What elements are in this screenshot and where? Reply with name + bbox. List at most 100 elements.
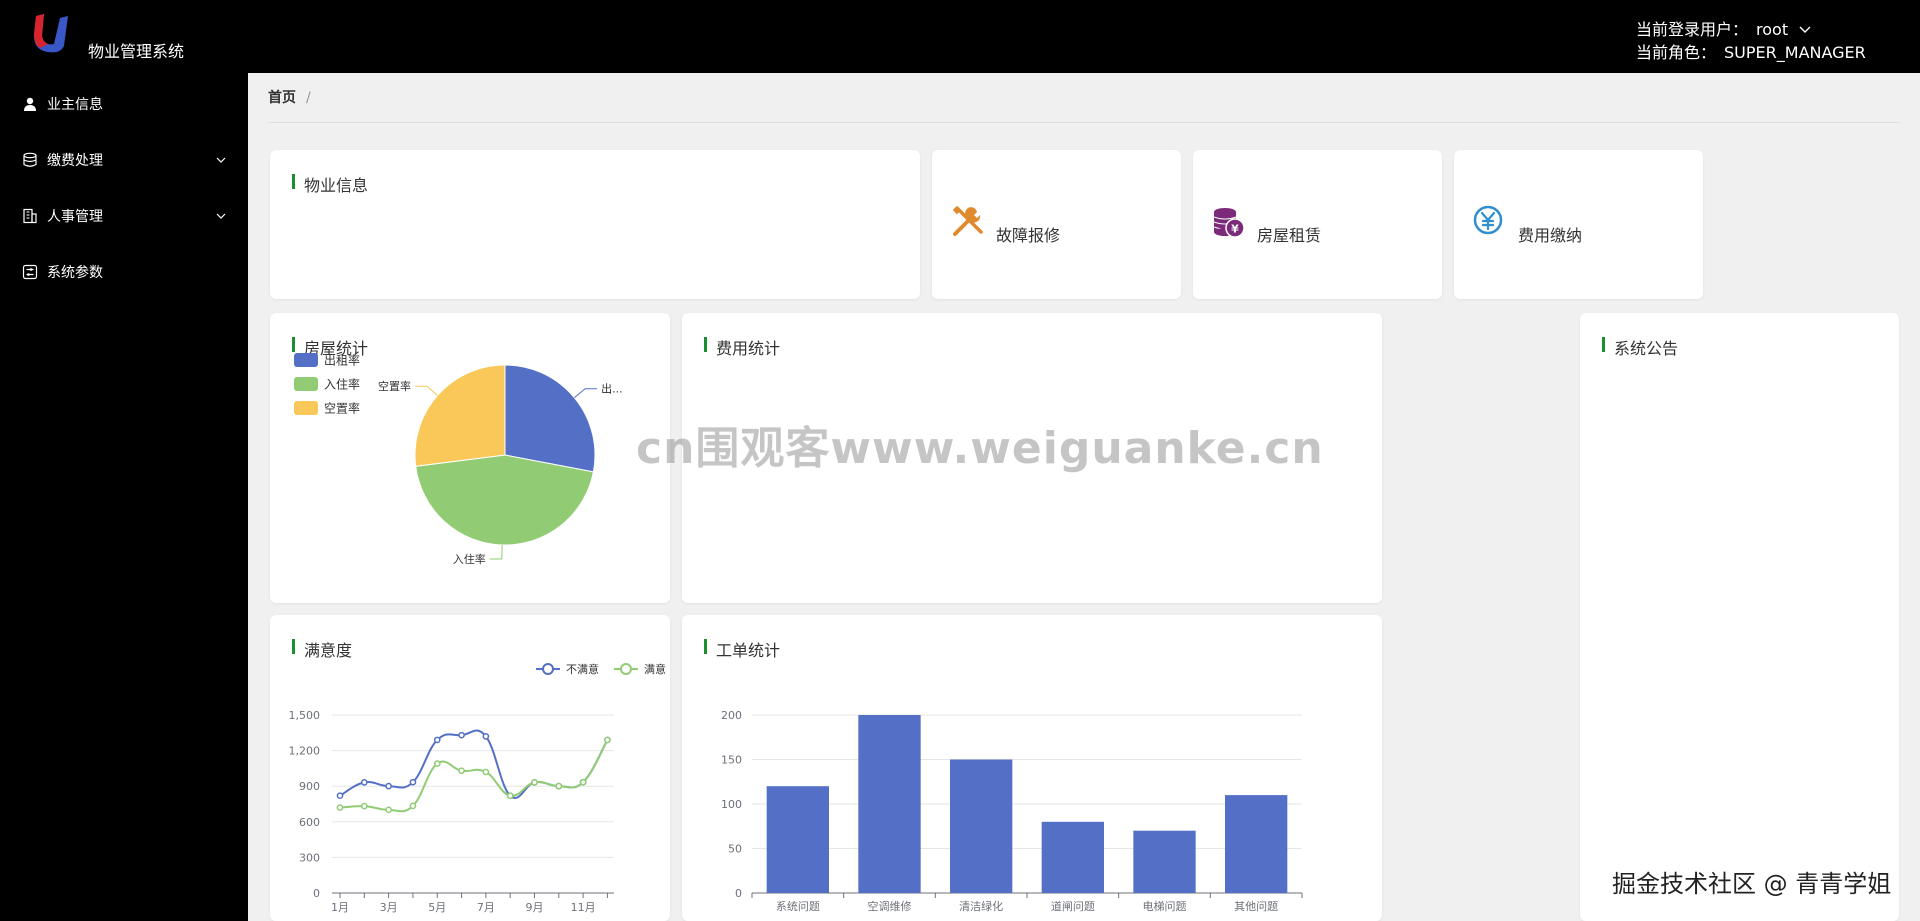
legend-marker [620,663,632,675]
legend-swatch [294,377,318,391]
quick-link-label: 费用缴纳 [1518,226,1583,245]
card-title: 系统公告 [1602,335,1678,359]
data-point [433,760,441,768]
current-role-name: SUPER_MANAGER [1724,43,1866,62]
x-tick-label: 11月 [571,901,596,914]
announcements-card: 系统公告 [1580,313,1899,921]
data-point [458,767,465,775]
y-tick-label: 100 [721,798,742,811]
x-tick-label: 9月 [525,901,543,914]
current-role: 当前角色： SUPER_MANAGER [1636,41,1866,64]
quick-link-payment[interactable]: 费用缴纳 [1454,150,1703,299]
pie-slice [415,454,594,546]
x-tick-label: 1月 [331,901,349,914]
user-icon [24,97,36,111]
current-user-name: root [1756,20,1789,39]
pie-slice [414,364,506,467]
sidebar: 业主信息 缴费处理 人事管理 系统参数 [0,73,248,921]
breadcrumb-separator: / [306,90,311,106]
chevron-down-icon [216,213,226,219]
work-orders-bar-chart: 0 50 100 150 200 系统问题 空调维修 清洁绿化 道闸问题 电梯问题 其他问题 [721,709,1303,913]
x-tick-label: 其他问题 [1234,900,1278,913]
bar [1225,795,1288,893]
sidebar-item-label: 业主信息 [47,97,103,113]
pie-label-line [489,544,503,560]
breadcrumb: 首页 / [268,87,311,107]
yuan-icon [1473,205,1503,235]
current-role-label: 当前角色： [1636,43,1717,62]
data-point [385,806,392,814]
app-title: 物业管理系统 [88,42,185,61]
current-user-label: 当前登录用户： [1636,20,1749,39]
pie-label: 空置率 [378,379,411,393]
housing-stats-card: 房屋统计 出租率 入住率 空置率 出... 入住率 空置率 [270,313,670,603]
bar [950,759,1013,893]
repair-tools-icon [952,205,983,236]
coins-icon: ¥ [1213,208,1245,238]
legend-label: 不满意 [566,662,599,676]
bar [1041,821,1104,893]
y-tick-label: 1,500 [289,709,321,722]
sidebar-item-owner-info[interactable]: 业主信息 [0,76,248,132]
data-point [482,733,490,740]
legend-label: 空置率 [324,401,360,416]
quick-link-label: 房屋租赁 [1257,226,1322,245]
chevron-down-icon[interactable] [1798,23,1812,37]
app-logo [34,14,68,53]
quick-link-repair[interactable]: 故障报修 [932,150,1181,299]
data-point [409,802,417,810]
breadcrumb-home[interactable]: 首页 [268,90,296,106]
chevron-down-icon [216,157,226,163]
y-tick-label: 200 [721,709,742,722]
settings-panel-icon [22,264,38,280]
x-tick-label: 清洁绿化 [959,899,1003,913]
x-tick-label: 5月 [428,901,446,914]
satisfaction-card: 满意度 不满意 满意 0 300 600 900 1,200 1,500 1月 3月 5月 7月 9月 1… [270,615,670,921]
data-point [409,778,417,786]
sidebar-item-payment[interactable]: 缴费处理 [0,132,248,188]
data-point [604,736,611,744]
card-title: 物业信息 [292,172,368,196]
data-point [360,779,368,786]
data-point [336,792,344,800]
y-tick-label: 600 [299,816,320,829]
sidebar-item-hr[interactable]: 人事管理 [0,188,248,244]
y-tick-label: 150 [721,754,742,767]
x-tick-label: 系统问题 [776,900,820,913]
card-title: 费用统计 [704,335,780,359]
work-orders-card: 工单统计 0 50 100 150 200 系统问题 空调维修 清洁绿化 道闸问题 电梯问题 其他问… [682,615,1382,921]
pie-label: 入住率 [453,552,486,566]
data-point [555,782,563,790]
property-info-card: 物业信息 [270,150,920,299]
pie-slice [504,364,596,473]
legend-swatch [294,353,318,367]
corner-watermark: 掘金技术社区 @ 青青学姐 [1612,870,1892,898]
x-tick-label: 电梯问题 [1143,900,1187,913]
pie-label: 出... [601,382,623,396]
main-content: 首页 / 物业信息 故障报修 ¥ 房屋租赁 费用缴纳 房屋统计 出租率 入住率 … [248,73,1920,921]
sidebar-item-label: 人事管理 [47,209,103,225]
data-point [458,731,465,739]
data-point [579,778,587,786]
satisfaction-line-chart: 不满意 满意 0 300 600 900 1,200 1,500 1月 3月 5月 7月 9月 11月 [289,662,667,914]
quick-link-label: 故障报修 [996,226,1061,245]
pie-label-line [574,388,598,399]
x-tick-label: 空调维修 [868,899,912,913]
current-user[interactable]: 当前登录用户： root [1636,18,1866,41]
y-tick-label: 0 [313,887,320,900]
sidebar-item-system-params[interactable]: 系统参数 [0,244,248,300]
bar [858,715,921,893]
data-point [360,802,368,810]
housing-pie-chart: 出租率入住率空置率出...入住率空置率 [294,353,623,566]
sidebar-item-label: 系统参数 [47,265,103,281]
data-point [531,779,538,786]
legend-marker [542,663,554,675]
data-point [506,792,514,800]
pie-label-line [414,385,438,396]
database-icon [23,152,37,167]
y-tick-label: 900 [299,780,320,793]
quick-link-rental[interactable]: ¥ 房屋租赁 [1193,150,1442,299]
data-point [385,782,392,790]
x-tick-label: 3月 [380,901,398,914]
data-point [482,768,490,776]
